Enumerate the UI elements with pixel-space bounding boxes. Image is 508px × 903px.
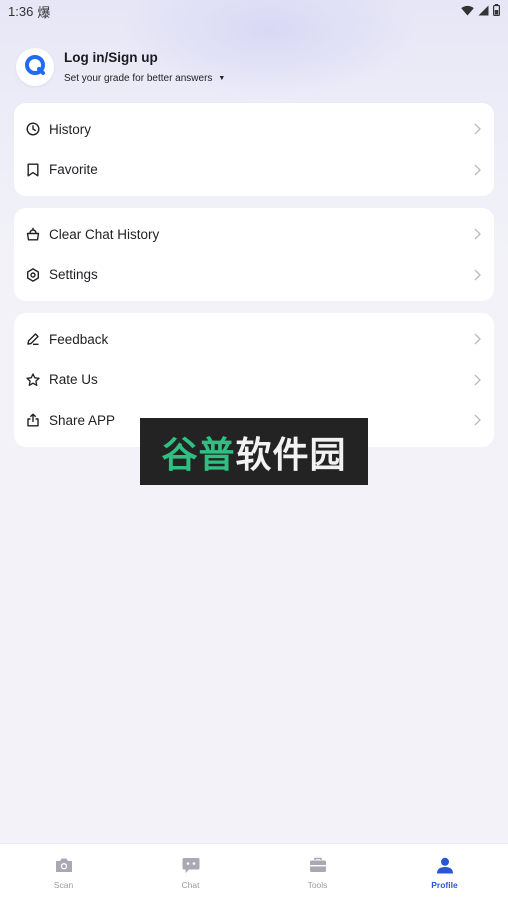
gear-icon	[25, 267, 41, 283]
clock-icon	[25, 121, 41, 137]
wifi-icon	[461, 4, 474, 19]
tab-tools[interactable]: Tools	[254, 844, 381, 903]
app-logo-icon	[24, 54, 46, 81]
camera-icon	[54, 855, 74, 875]
tab-label: Scan	[53, 880, 74, 890]
battery-icon	[493, 3, 501, 19]
bookmark-icon	[25, 162, 41, 178]
menu-item-favorite[interactable]: Favorite	[14, 150, 494, 191]
menu-item-rate-us[interactable]: Rate Us	[14, 360, 494, 401]
watermark-green-text: 谷普	[161, 434, 236, 476]
menu-item-label: Feedback	[49, 331, 109, 347]
chevron-right-icon	[472, 164, 482, 176]
person-icon	[435, 855, 455, 875]
menu-item-label: Clear Chat History	[49, 226, 160, 242]
share-icon	[25, 412, 41, 428]
tab-profile[interactable]: Profile	[381, 844, 508, 903]
avatar[interactable]	[16, 48, 54, 86]
tab-label: Tools	[307, 880, 328, 890]
menu-item-label: Settings	[49, 267, 98, 283]
menu-item-label: Favorite	[49, 162, 98, 178]
tab-label: Chat	[181, 880, 200, 890]
pencil-icon	[25, 331, 41, 347]
chevron-right-icon	[472, 333, 482, 345]
broom-icon	[25, 226, 41, 242]
menu-item-label: Rate Us	[49, 372, 98, 388]
chevron-right-icon	[472, 414, 482, 426]
signal-icon	[478, 4, 489, 19]
bottom-tab-bar: Scan Chat Tools Profile	[0, 843, 508, 903]
watermark-white-text: 软件园	[235, 434, 347, 476]
star-icon	[25, 372, 41, 388]
watermark-overlay: 谷普 软件园	[140, 418, 368, 485]
chevron-right-icon	[472, 269, 482, 281]
chevron-right-icon	[472, 228, 482, 240]
tab-label: Profile	[431, 880, 458, 890]
chevron-right-icon	[472, 374, 482, 386]
status-time: 1:36	[8, 3, 34, 19]
caret-down-icon: ▼	[218, 75, 226, 82]
menu-item-clear-chat-history[interactable]: Clear Chat History	[14, 214, 494, 255]
chevron-right-icon	[472, 123, 482, 135]
profile-header: Log in/Sign up Set your grade for better…	[16, 46, 492, 88]
menu-item-history[interactable]: History	[14, 109, 494, 150]
menu-item-label: History	[49, 121, 92, 137]
toolbox-icon	[308, 855, 328, 875]
tab-scan[interactable]: Scan	[0, 844, 127, 903]
login-signup-link[interactable]: Log in/Sign up	[64, 50, 225, 65]
grade-selector[interactable]: Set your grade for better answers ▼	[64, 73, 225, 84]
status-bar: 1:36 爆	[0, 0, 508, 22]
menu-item-settings[interactable]: Settings	[14, 255, 494, 296]
chat-icon	[181, 855, 201, 875]
tab-chat[interactable]: Chat	[127, 844, 254, 903]
grade-label: Set your grade for better answers	[64, 73, 213, 84]
menu-card-general: Clear Chat History Settings	[14, 208, 494, 301]
notification-glyph: 爆	[37, 4, 51, 20]
menu-card-activity: History Favorite	[14, 103, 494, 196]
menu-item-feedback[interactable]: Feedback	[14, 319, 494, 360]
